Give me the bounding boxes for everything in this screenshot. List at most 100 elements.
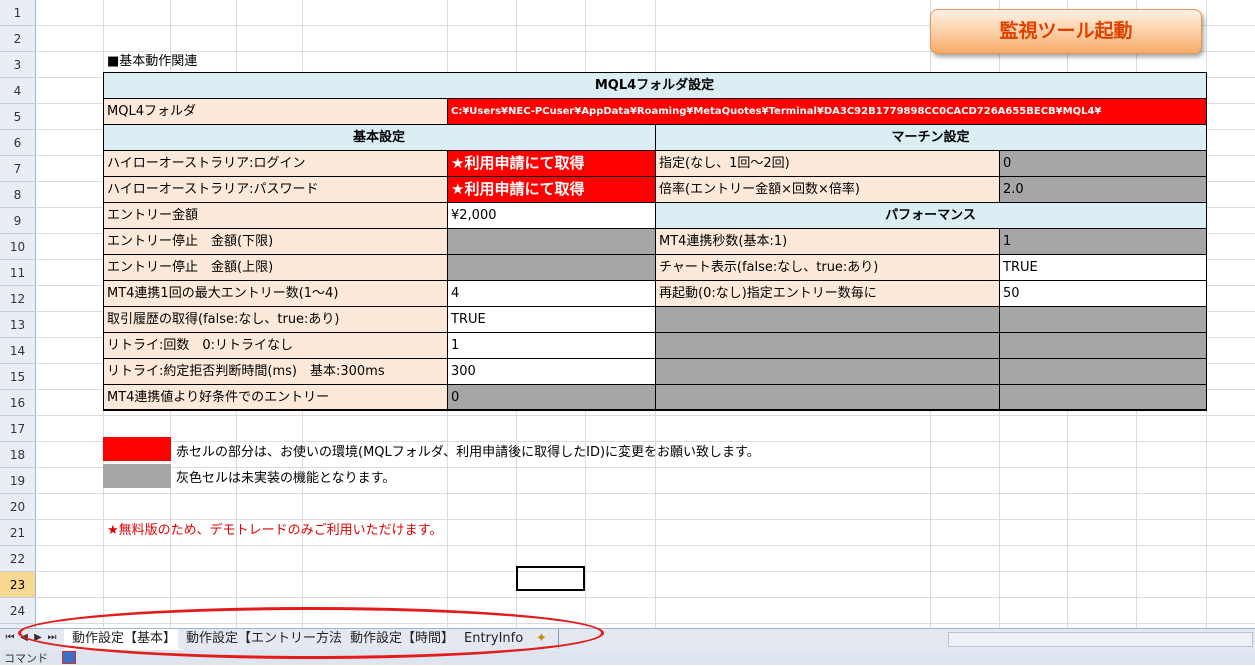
basic-setting-label: エントリー停止 金額(上限) <box>103 255 447 281</box>
right-setting-value[interactable] <box>999 333 1206 359</box>
mql-folder-header: MQL4フォルダ設定 <box>103 73 1206 99</box>
gridline-row <box>35 597 1255 598</box>
status-bar: コマンド <box>0 650 1255 665</box>
sheet-tab-bar: ⏮ ◀ ▶ ⏭ 動作設定【基本】 動作設定【エントリー方法】 動作設定【時間】 … <box>0 628 1255 651</box>
right-setting-value[interactable]: 50 <box>999 281 1206 307</box>
row-number[interactable]: 13 <box>0 312 35 338</box>
gridline-row <box>35 545 1255 546</box>
right-setting-label: MT4連携秒数(基本:1) <box>655 229 999 255</box>
row-number[interactable]: 12 <box>0 286 35 312</box>
basic-setting-value[interactable]: TRUE <box>447 307 655 333</box>
right-setting-value[interactable] <box>999 385 1206 411</box>
table-border <box>103 410 1207 411</box>
table-border <box>103 72 1207 73</box>
row-number[interactable]: 10 <box>0 234 35 260</box>
table-border <box>999 229 1000 410</box>
row-number[interactable]: 8 <box>0 182 35 208</box>
row-number[interactable]: 22 <box>0 546 35 572</box>
first-sheet-icon[interactable]: ⏮ <box>4 632 16 643</box>
right-setting-value[interactable]: 0 <box>999 151 1206 177</box>
right-setting-label <box>655 385 999 411</box>
row-number[interactable]: 4 <box>0 78 35 104</box>
row-number[interactable]: 1 <box>0 0 35 26</box>
basic-setting-label: ハイローオーストラリア:ログイン <box>103 151 447 177</box>
row-number[interactable]: 2 <box>0 26 35 52</box>
basic-setting-value[interactable]: 300 <box>447 359 655 385</box>
table-border <box>655 125 656 410</box>
basic-setting-label: エントリー停止 金額(下限) <box>103 229 447 255</box>
row-number[interactable]: 16 <box>0 390 35 416</box>
row-number[interactable]: 15 <box>0 364 35 390</box>
right-setting-label: チャート表示(false:なし、true:あり) <box>655 255 999 281</box>
basic-setting-value[interactable]: 4 <box>447 281 655 307</box>
row-number[interactable]: 17 <box>0 416 35 442</box>
basic-setting-value[interactable]: ★利用申請にて取得 <box>447 177 655 203</box>
row-number[interactable]: 11 <box>0 260 35 286</box>
row-number[interactable]: 6 <box>0 130 35 156</box>
row-number[interactable]: 18 <box>0 442 35 468</box>
row-number[interactable]: 7 <box>0 156 35 182</box>
table-border <box>447 151 448 410</box>
basic-setting-value[interactable] <box>447 229 655 255</box>
right-setting-label <box>655 359 999 385</box>
prev-sheet-icon[interactable]: ◀ <box>18 632 30 643</box>
row-number[interactable]: 14 <box>0 338 35 364</box>
basic-setting-label: MT4連携値より好条件でのエントリー <box>103 385 447 411</box>
row-number[interactable]: 3 <box>0 52 35 78</box>
next-sheet-icon[interactable]: ▶ <box>32 632 44 643</box>
row-number[interactable]: 5 <box>0 104 35 130</box>
legend-red-swatch <box>103 437 171 461</box>
basic-setting-value[interactable]: 0 <box>447 385 655 411</box>
basic-setting-label: リトライ:約定拒否判断時間(ms) 基本:300ms <box>103 359 447 385</box>
row-number[interactable]: 9 <box>0 208 35 234</box>
tab-entry-method[interactable]: 動作設定【エントリー方法】 <box>178 629 365 649</box>
gridline-row <box>35 571 1255 572</box>
table-border <box>1206 72 1207 410</box>
table-border <box>999 151 1000 203</box>
status-text: コマンド <box>4 652 48 665</box>
right-setting-label <box>655 307 999 333</box>
horizontal-scrollbar[interactable] <box>948 632 1253 647</box>
martin-settings-header: マーチン設定 <box>655 125 1206 151</box>
basic-setting-value[interactable]: ¥2,000 <box>447 203 655 229</box>
basic-setting-value[interactable]: ★利用申請にて取得 <box>447 151 655 177</box>
right-setting-value[interactable]: TRUE <box>999 255 1206 281</box>
right-setting-value[interactable]: 1 <box>999 229 1206 255</box>
mql-folder-path-cell[interactable]: C:¥Users¥NEC-PCuser¥AppData¥Roaming¥Meta… <box>447 99 1206 125</box>
active-cell-selection[interactable] <box>516 566 585 591</box>
row-number[interactable]: 23 <box>0 572 35 598</box>
gridline-row <box>35 415 1255 416</box>
right-setting-label: 再起動(0:なし)指定エントリー数毎に <box>655 281 999 307</box>
insert-sheet-icon[interactable]: ✦ <box>528 629 559 649</box>
performance-header: パフォーマンス <box>655 203 1206 229</box>
right-setting-label: 指定(なし、1回～2回) <box>655 151 999 177</box>
gridline-row <box>35 623 1255 624</box>
basic-setting-label: ハイローオーストラリア:パスワード <box>103 177 447 203</box>
right-setting-label <box>655 333 999 359</box>
tab-entryinfo[interactable]: EntryInfo <box>456 629 533 649</box>
table-border <box>103 98 1207 99</box>
right-setting-label: 倍率(エントリー金額×回数×倍率) <box>655 177 999 203</box>
row-number[interactable]: 21 <box>0 520 35 546</box>
basic-settings-header: 基本設定 <box>103 125 655 151</box>
gridline-row <box>35 493 1255 494</box>
tab-time[interactable]: 動作設定【時間】 <box>342 629 464 649</box>
legend-gray-text: 灰色セルは未実装の機能となります。 <box>176 471 396 486</box>
tab-basic[interactable]: 動作設定【基本】 <box>64 629 186 650</box>
basic-setting-label: 取引履歴の取得(false:なし、true:あり) <box>103 307 447 333</box>
row-number[interactable]: 20 <box>0 494 35 520</box>
legend-red-text: 赤セルの部分は、お使いの環境(MQLフォルダ、利用申請後に取得したID)に変更を… <box>176 445 760 460</box>
basic-setting-value[interactable]: 1 <box>447 333 655 359</box>
launch-monitor-tool-button[interactable]: 監視ツール起動 <box>930 9 1202 54</box>
right-setting-value[interactable] <box>999 359 1206 385</box>
row-number[interactable]: 24 <box>0 598 35 624</box>
right-setting-value[interactable] <box>999 307 1206 333</box>
basic-setting-label: MT4連携1回の最大エントリー数(1～4) <box>103 281 447 307</box>
last-sheet-icon[interactable]: ⏭ <box>46 632 58 643</box>
basic-setting-value[interactable] <box>447 255 655 281</box>
macro-record-icon[interactable] <box>62 651 76 664</box>
row-number[interactable]: 19 <box>0 468 35 494</box>
legend-gray-swatch <box>103 464 171 488</box>
basic-setting-label: エントリー金額 <box>103 203 447 229</box>
right-setting-value[interactable]: 2.0 <box>999 177 1206 203</box>
